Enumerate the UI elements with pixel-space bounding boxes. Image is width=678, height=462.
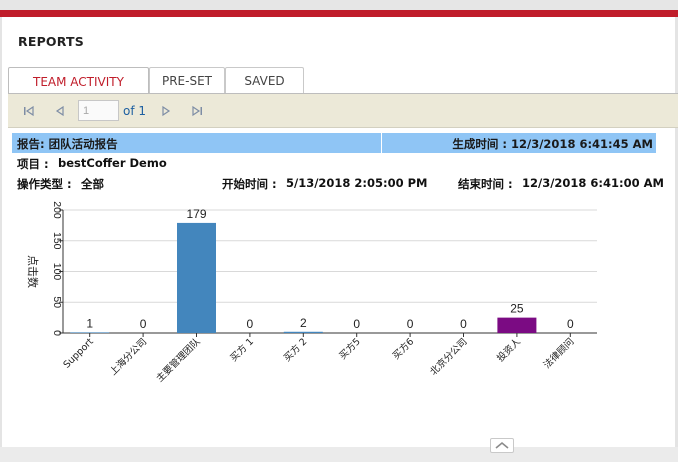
x-tick-label: 买方 2	[281, 336, 309, 364]
x-tick-label: 法律顾问	[541, 336, 576, 371]
y-tick-label: 0	[51, 330, 63, 336]
x-tick-label: 买方6	[390, 336, 416, 362]
collapse-panel-button[interactable]	[490, 438, 514, 453]
data-label: 179	[186, 207, 206, 221]
data-label: 2	[300, 316, 307, 330]
x-tick-label: 北京分公司	[428, 336, 470, 378]
data-label: 0	[407, 317, 414, 331]
data-label: 0	[247, 317, 254, 331]
bar	[497, 317, 537, 333]
data-label: 0	[353, 317, 360, 331]
bar	[177, 222, 216, 333]
chevron-up-icon	[495, 441, 509, 449]
data-label: 25	[510, 302, 524, 316]
data-label: 0	[140, 317, 147, 331]
x-tick-label: 买方 1	[228, 336, 256, 364]
x-tick-label: 主要管理团队	[154, 335, 203, 384]
y-tick-label: 200	[51, 201, 63, 219]
x-tick-label: Support	[61, 336, 96, 371]
data-label: 0	[567, 317, 574, 331]
bar	[70, 332, 110, 333]
x-tick-label: 投资人	[494, 335, 523, 364]
x-tick-label: 买方5	[337, 336, 363, 362]
bar	[283, 331, 323, 333]
activity-bar-chart: 050100150200点击数1Support0上海分公司179主要管理团队0买…	[26, 201, 597, 384]
y-tick-label: 50	[51, 296, 63, 308]
y-tick-label: 100	[51, 263, 63, 281]
y-tick-label: 150	[51, 232, 63, 250]
data-label: 1	[86, 316, 93, 330]
x-tick-label: 上海分公司	[107, 336, 149, 378]
data-label: 0	[460, 317, 467, 331]
y-axis-label: 点击数	[26, 255, 39, 288]
